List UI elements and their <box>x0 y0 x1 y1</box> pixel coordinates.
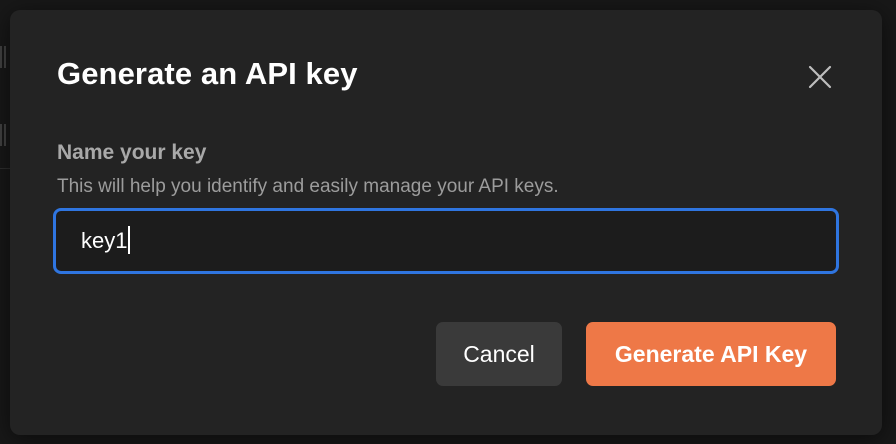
close-button[interactable] <box>805 62 835 92</box>
key-name-help-text: This will help you identify and easily m… <box>57 176 559 197</box>
close-icon <box>808 65 832 89</box>
key-name-input-wrapper[interactable]: key1 <box>53 208 839 274</box>
generate-api-key-button[interactable]: Generate API Key <box>586 322 836 386</box>
dialog-title: Generate an API key <box>57 56 358 91</box>
generate-api-key-dialog: Generate an API key Name your key This w… <box>10 10 882 435</box>
text-caret <box>128 226 131 255</box>
background-toolbar-icon <box>0 124 6 146</box>
background-toolbar-icon <box>0 46 6 68</box>
key-name-input-value: key1 <box>81 228 128 253</box>
cancel-button[interactable]: Cancel <box>436 322 562 386</box>
key-name-label: Name your key <box>57 141 207 164</box>
key-name-input[interactable]: key1 <box>81 211 781 271</box>
